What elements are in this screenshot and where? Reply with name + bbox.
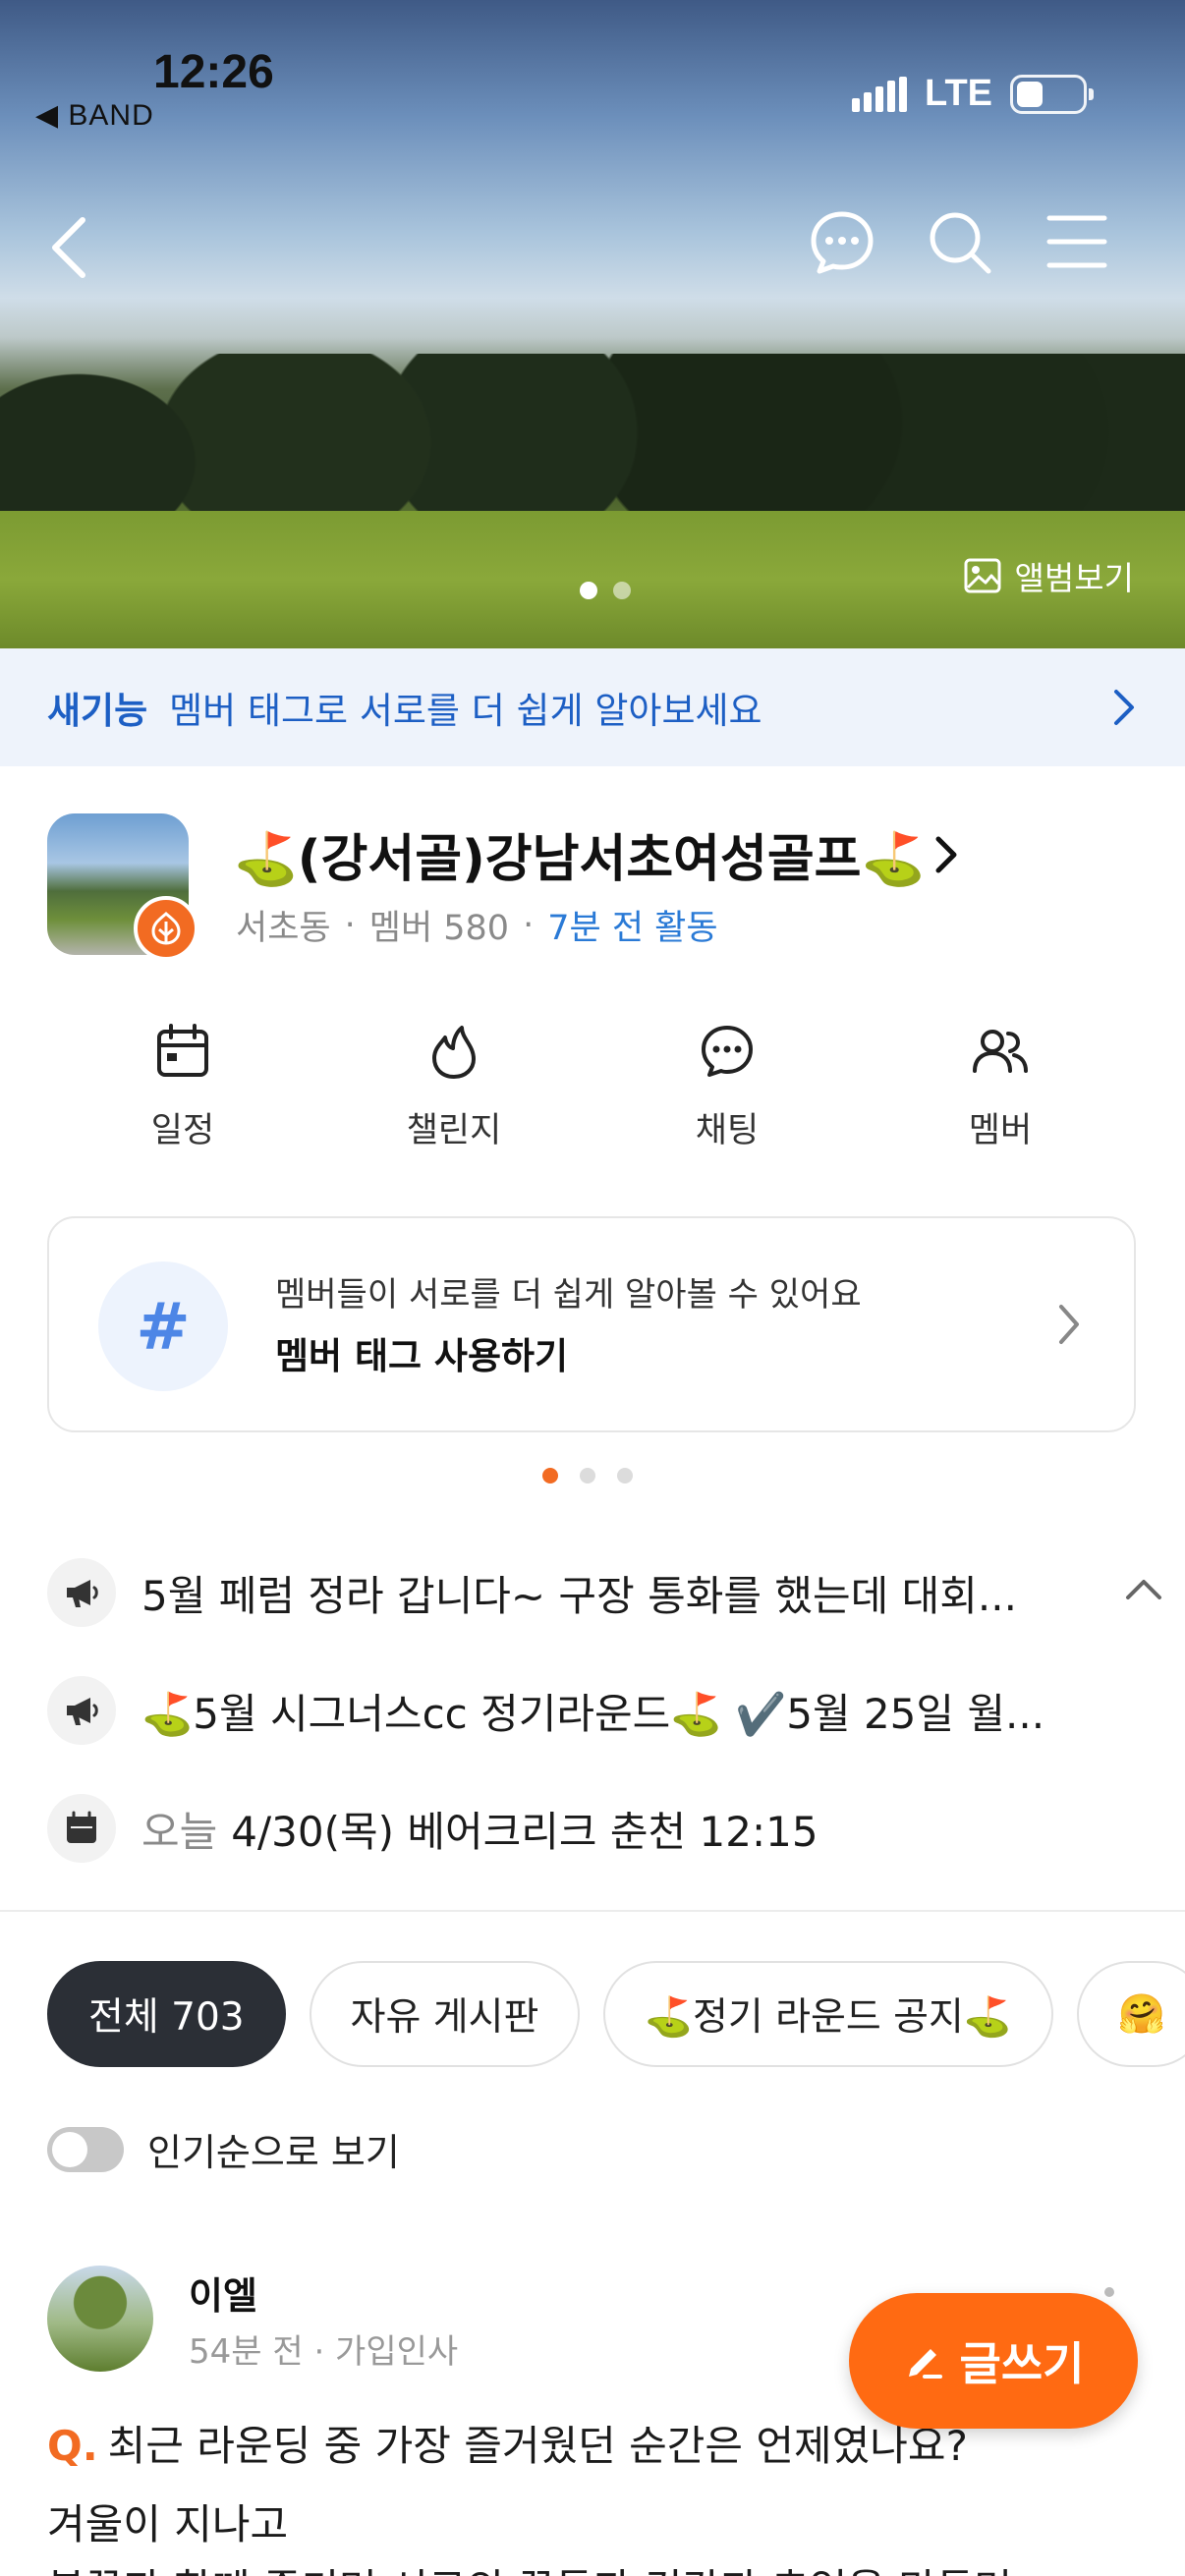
back-icon[interactable] [49, 216, 88, 283]
meta-separator: · [523, 905, 535, 945]
schedule-detail: 4/30(목) 베어크리크 춘천 12:15 [231, 1807, 818, 1856]
chevron-right-icon [1114, 690, 1134, 725]
quick-menu-chat[interactable]: 채팅 [629, 1022, 825, 1152]
post-author[interactable]: 이엘 [189, 2266, 257, 2320]
card-pagination [542, 1468, 633, 1484]
quick-menu-label: 챌린지 [406, 1111, 502, 1150]
new-feature-text: 멤버 태그로 서로를 더 쉽게 알아보세요 [169, 690, 762, 732]
new-feature-banner[interactable]: 새기능 멤버 태그로 서로를 더 쉽게 알아보세요 [0, 648, 1185, 766]
image-icon [964, 558, 1001, 593]
quick-menu-schedule[interactable]: 일정 [85, 1022, 281, 1152]
menu-icon[interactable] [1045, 212, 1108, 275]
popular-sort-label: 인기순으로 보기 [147, 2131, 400, 2174]
pencil-icon [908, 2349, 942, 2379]
board-filter-chips: 전체 703 자유 게시판 ⛳정기 라운드 공지⛳ 🤗 [47, 1961, 1185, 2067]
question-text: 최근 라운딩 중 가장 즐거웠던 순간은 언제였나요? [107, 2422, 968, 2470]
band-badge-icon [134, 896, 198, 961]
write-post-button[interactable]: 글쓰기 [849, 2293, 1138, 2429]
quick-menu-challenge[interactable]: 챌린지 [356, 1022, 552, 1152]
signal-icon [852, 76, 908, 112]
calendar-icon [157, 1024, 208, 1077]
card-dot-active [542, 1468, 558, 1484]
chevron-right-icon [935, 836, 957, 872]
more-options-icon[interactable] [1104, 2287, 1114, 2297]
band-member-count: 멤버 580 [368, 909, 510, 948]
section-divider [0, 1910, 1185, 1912]
notice-item[interactable]: 5월 페럼 정라 갑니다~ 구장 통화를 했는데 대회... [47, 1558, 1161, 1627]
album-view-button[interactable]: 앨범보기 [964, 552, 1134, 599]
card-dot [617, 1468, 633, 1484]
status-indicators: LTE [852, 73, 1094, 115]
notice-text: ⛳5월 시그너스cc 정기라운드⛳ ✔️5월 25일 월... [141, 1689, 1045, 1738]
calendar-icon [47, 1794, 116, 1863]
avatar[interactable] [47, 2266, 153, 2372]
write-post-label: 글쓰기 [959, 2337, 1085, 2390]
chip-emoji[interactable]: 🤗 [1076, 1961, 1185, 2067]
network-type: LTE [925, 73, 992, 114]
member-tag-desc: 멤버들이 서로를 더 쉽게 알아볼 수 있어요 [275, 1275, 862, 1315]
back-to-app-link[interactable]: ◀ BAND [35, 98, 154, 133]
status-time: 12:26 [153, 46, 274, 98]
popular-sort-toggle[interactable] [47, 2126, 124, 2172]
megaphone-icon [47, 1676, 116, 1745]
new-feature-tag: 새기능 [47, 690, 148, 732]
band-title-link[interactable]: ⛳(강서골)강남서초여성골프⛳ [234, 817, 960, 891]
cover-pagination [580, 582, 631, 599]
schedule-text: 오늘 4/30(목) 베어크리크 춘천 12:15 [141, 1799, 818, 1859]
quick-menu-members[interactable]: 멤버 [902, 1022, 1099, 1152]
cover-dot-active [580, 582, 597, 599]
member-tag-card[interactable]: # 멤버들이 서로를 더 쉽게 알아볼 수 있어요 멤버 태그 사용하기 [47, 1216, 1136, 1432]
megaphone-icon [47, 1558, 116, 1627]
band-last-activity: 7분 전 활동 [547, 909, 718, 948]
hashtag-icon: # [98, 1261, 228, 1391]
quick-menu-label: 채팅 [695, 1111, 760, 1150]
battery-icon [1010, 74, 1094, 114]
chip-round-notice[interactable]: ⛳정기 라운드 공지⛳ [603, 1961, 1053, 2067]
schedule-item[interactable]: 오늘 4/30(목) 베어크리크 춘천 12:15 [47, 1794, 1148, 1863]
popular-sort-row[interactable]: 인기순으로 보기 [47, 2122, 400, 2176]
member-tag-title: 멤버 태그 사용하기 [275, 1335, 569, 1377]
card-dot [580, 1468, 595, 1484]
chevron-up-icon[interactable] [1124, 1576, 1163, 1601]
band-title: ⛳(강서골)강남서초여성골프⛳ [234, 830, 926, 889]
quick-menu-label: 일정 [150, 1111, 215, 1150]
meta-separator: · [344, 905, 356, 945]
notice-item[interactable]: ⛳5월 시그너스cc 정기라운드⛳ ✔️5월 25일 월... [47, 1676, 1148, 1745]
schedule-today: 오늘 [141, 1807, 218, 1856]
band-meta: 서초동 · 멤버 580 · 7분 전 활동 [236, 900, 718, 950]
post-meta: 54분 전 · 가입인사 [189, 2332, 459, 2372]
post-body-line: 겨울이 지나고 [47, 2500, 289, 2548]
post-body-line: 봄꽃과 함께 즐기며 서로의 꿈들과 건강과 추억을 만들며 [47, 2556, 1012, 2576]
chip-free-board[interactable]: 자유 게시판 [309, 1961, 581, 2067]
question-mark-label: Q. [47, 2422, 98, 2470]
chevron-right-icon [1059, 1305, 1079, 1344]
search-icon[interactable] [926, 208, 994, 281]
cover-dot [613, 582, 631, 599]
chat-icon [702, 1026, 753, 1077]
quick-menu-label: 멤버 [968, 1111, 1033, 1150]
album-view-label: 앨범보기 [1014, 559, 1134, 597]
band-location: 서초동 [236, 909, 331, 948]
notice-text: 5월 페럼 정라 갑니다~ 구장 통화를 했는데 대회... [141, 1571, 1017, 1620]
flame-icon [432, 1026, 476, 1079]
chat-bubble-icon[interactable] [808, 208, 876, 281]
post-question[interactable]: Q. 최근 라운딩 중 가장 즐거웠던 순간은 언제였나요? [47, 2413, 968, 2473]
chip-all[interactable]: 전체 703 [47, 1961, 286, 2067]
members-icon [973, 1030, 1028, 1073]
